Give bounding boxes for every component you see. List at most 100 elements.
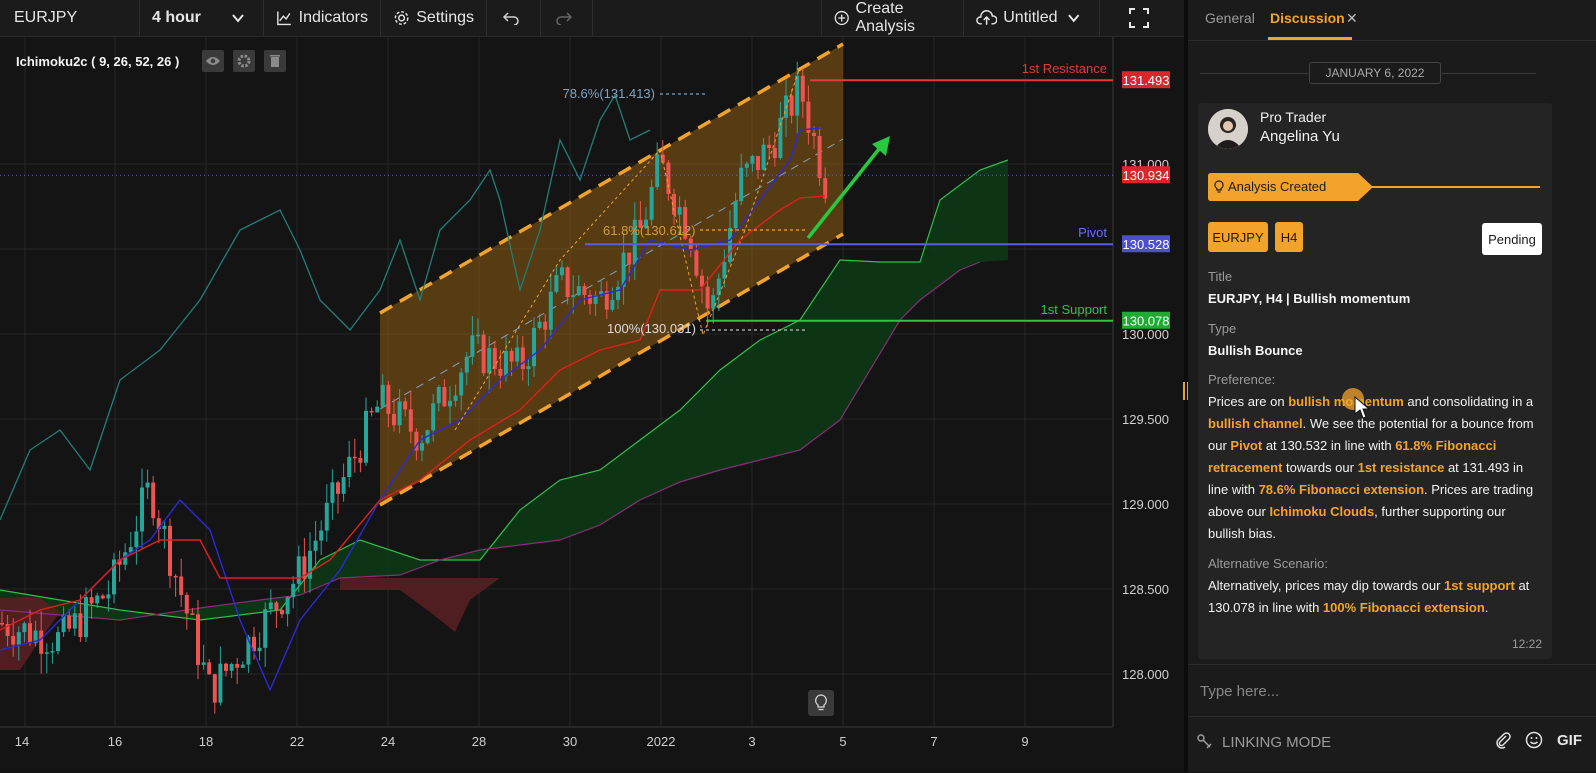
active-tab-indicator <box>1268 37 1352 40</box>
candle-body <box>319 530 324 541</box>
candle-body <box>582 286 587 295</box>
alternative-label: Alternative Scenario: <box>1208 556 1328 571</box>
candle-body <box>453 395 458 401</box>
paperclip-icon[interactable] <box>1495 731 1511 749</box>
tab-discussion[interactable]: Discussion <box>1270 10 1345 26</box>
message-timestamp: 12:22 <box>1511 637 1542 651</box>
candle-body <box>218 663 223 703</box>
date-pill: JANUARY 6, 2022 <box>1309 62 1441 84</box>
lightbulb-icon <box>1214 180 1224 193</box>
create-analysis-button[interactable]: Create Analysis <box>822 0 964 36</box>
candle-body <box>772 148 777 159</box>
chart-line-icon <box>277 11 291 26</box>
candle-body <box>16 632 21 645</box>
candle-body <box>526 366 531 370</box>
candle-body <box>106 594 111 599</box>
candle-body <box>56 632 60 652</box>
pivot-price-label: 130.528 <box>1123 237 1170 252</box>
plus-circle-icon <box>834 10 849 26</box>
candle-body <box>694 250 699 276</box>
date-divider-right <box>1442 73 1536 74</box>
candle-body <box>352 456 357 459</box>
layout-selector[interactable]: Untitled <box>964 0 1100 36</box>
banner-label: Analysis Created <box>1228 179 1327 194</box>
candle-body <box>800 75 805 102</box>
candle-body <box>224 663 228 671</box>
candle-body <box>588 294 592 304</box>
candle-body <box>520 347 525 370</box>
ichimoku-cloud-bearish <box>340 578 500 632</box>
timeframe-selector[interactable]: 4 hour <box>140 0 264 36</box>
message-input[interactable] <box>1198 675 1582 707</box>
indicators-button[interactable]: Indicators <box>264 0 381 36</box>
undo-icon <box>502 12 519 25</box>
gif-button[interactable]: GIF <box>1557 732 1582 749</box>
redo-icon <box>555 12 572 25</box>
candle-body <box>655 154 660 188</box>
candle-body <box>263 609 268 648</box>
hint-button[interactable] <box>808 690 834 716</box>
symbol-tag[interactable]: EURJPY <box>1208 222 1268 252</box>
undo-button[interactable] <box>487 0 541 36</box>
candle-body <box>571 295 576 298</box>
visibility-toggle[interactable] <box>202 50 224 72</box>
candle-body <box>235 663 240 668</box>
symbol-selector[interactable]: EURJPY <box>0 0 140 36</box>
candle-body <box>67 615 72 629</box>
candle-body <box>537 321 542 328</box>
discussion-panel: General Discussion ✕ JANUARY 6, 2022 Pro… <box>1188 0 1596 772</box>
message-input-row <box>1188 664 1596 717</box>
candle-body <box>408 409 413 432</box>
toolbar-spacer <box>593 0 822 36</box>
redo-button[interactable] <box>541 0 593 36</box>
candle-body <box>515 347 520 362</box>
candle-body <box>330 482 335 503</box>
candle-body <box>431 403 436 431</box>
candle-body <box>504 350 508 376</box>
status-badge: Pending <box>1482 223 1542 255</box>
tab-general[interactable]: General <box>1205 10 1255 26</box>
create-analysis-label: Create Analysis <box>855 0 916 35</box>
candle-body <box>784 95 788 118</box>
candle-body <box>308 550 312 579</box>
candle-body <box>347 456 352 478</box>
candle-body <box>369 410 374 413</box>
close-icon[interactable]: ✕ <box>1346 10 1358 27</box>
pivot-label: Pivot <box>1078 225 1107 240</box>
price-chart[interactable]: 78.6%(131.413) 61.8%(130.612) 100%(130.031… <box>0 37 1184 772</box>
candle-body <box>324 502 329 531</box>
resistance-price-label: 131.493 <box>1123 73 1170 88</box>
candle-body <box>817 136 822 179</box>
date-divider-left <box>1200 73 1308 74</box>
candle-body <box>28 623 32 643</box>
candle-body <box>627 252 632 265</box>
analysis-created-banner: Analysis Created <box>1208 173 1540 201</box>
settings-label: Settings <box>416 9 474 26</box>
date-tick-label: 22 <box>290 734 304 749</box>
timeframe-tag[interactable]: H4 <box>1275 222 1303 252</box>
candle-body <box>291 583 296 598</box>
emoji-icon[interactable] <box>1525 731 1543 749</box>
timeframe-label: 4 hour <box>152 9 201 26</box>
candle-body <box>285 597 290 615</box>
candle-body <box>375 406 380 413</box>
layout-name: Untitled <box>1003 9 1058 26</box>
candle-body <box>442 387 447 407</box>
price-tick-label: 130.000 <box>1122 327 1169 342</box>
analysis-card: Pro Trader Angelina Yu Analysis Created … <box>1198 103 1552 659</box>
fullscreen-icon <box>1129 8 1149 28</box>
candle-body <box>268 602 273 610</box>
date-tick-label: 24 <box>381 734 395 749</box>
candle-body <box>403 401 408 410</box>
settings-button[interactable]: Settings <box>381 0 487 36</box>
candle-body <box>0 623 4 625</box>
indicator-settings-button[interactable] <box>233 50 255 72</box>
author-name: Angelina Yu <box>1260 128 1340 145</box>
linking-mode-toggle[interactable]: LINKING MODE <box>1196 733 1331 751</box>
remove-indicator-button[interactable] <box>264 50 286 72</box>
candle-body <box>229 663 234 671</box>
date-tick-label: 16 <box>108 734 122 749</box>
candle-body <box>386 384 391 414</box>
date-separator: JANUARY 6, 2022 <box>1200 62 1536 86</box>
fullscreen-button[interactable] <box>1100 0 1184 36</box>
